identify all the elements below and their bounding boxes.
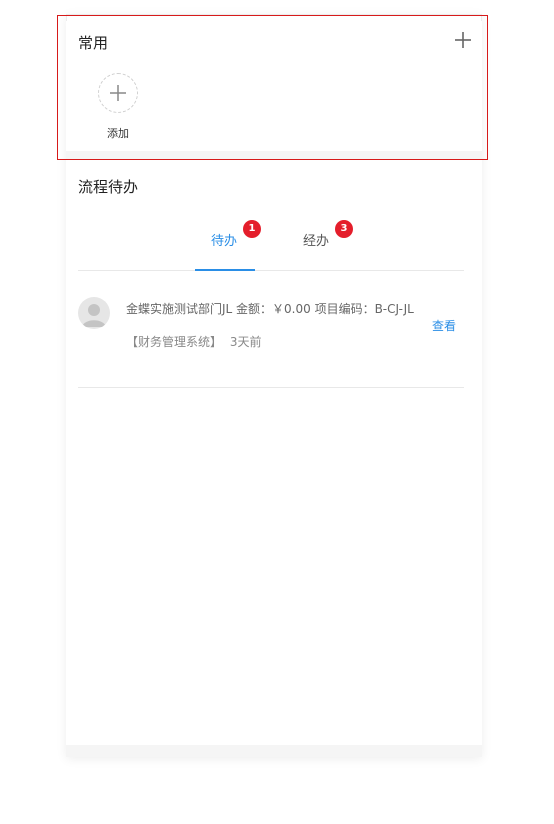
- active-tab-indicator: [195, 269, 255, 271]
- common-section: 常用 添加: [66, 21, 482, 151]
- item-time: 3天前: [229, 335, 262, 349]
- tab-pending-label: 待办: [211, 234, 238, 249]
- todo-title: 流程待办: [78, 178, 139, 196]
- section-divider: [66, 151, 482, 160]
- plus-icon: [110, 85, 126, 101]
- todo-section: 流程待办 待办 1 经办 3 金蝶实施测试部门JL 金额：￥0.00 项目编码：…: [66, 160, 482, 745]
- item-meta: 【财务管理系统】 3天前: [126, 333, 261, 350]
- add-shortcut-button[interactable]: [98, 73, 138, 113]
- user-icon: [82, 304, 106, 327]
- bottom-spacer: [66, 745, 482, 757]
- tab-handled-badge: 3: [335, 220, 353, 238]
- tab-handled[interactable]: 经办 3: [303, 220, 353, 249]
- tab-handled-label: 经办: [303, 234, 330, 249]
- tab-pending[interactable]: 待办 1: [211, 220, 261, 249]
- add-shortcut-label: 添加: [107, 127, 129, 140]
- add-common-button[interactable]: [454, 31, 472, 49]
- view-link[interactable]: 查看: [432, 317, 456, 334]
- avatar: [78, 297, 110, 329]
- list-item[interactable]: 金蝶实施测试部门JL 金额：￥0.00 项目编码：B-CJ-JL 查看 【财务管…: [78, 285, 464, 388]
- todo-tabs: 待办 1 经办 3: [78, 220, 464, 271]
- common-title: 常用: [78, 34, 109, 52]
- tab-pending-badge: 1: [243, 220, 261, 238]
- item-summary: 金蝶实施测试部门JL 金额：￥0.00 项目编码：B-CJ-JL: [126, 302, 414, 316]
- plus-icon: [455, 32, 471, 48]
- item-source: 【财务管理系统】: [126, 335, 223, 349]
